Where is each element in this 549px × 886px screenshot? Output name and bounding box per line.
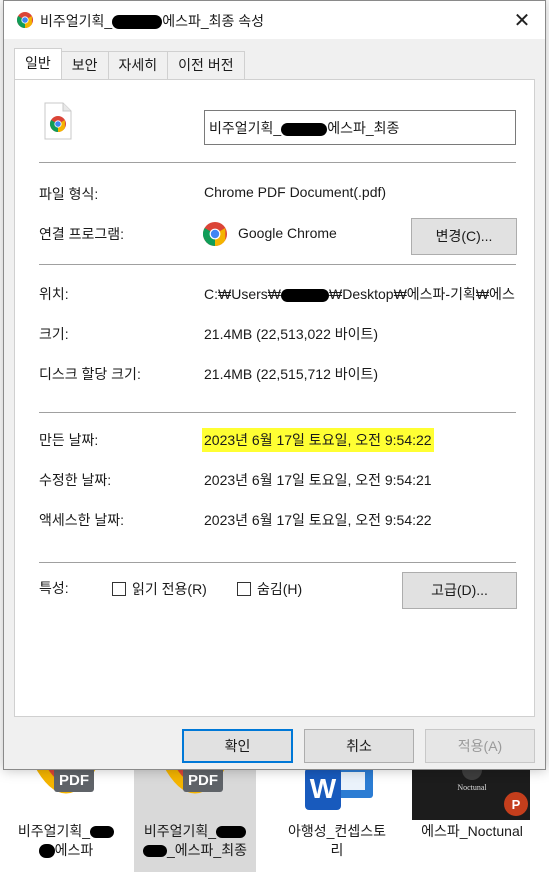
- redaction-mark: [281, 122, 328, 136]
- redaction-mark: [281, 288, 329, 302]
- ok-button[interactable]: 확인: [182, 729, 293, 763]
- ppt-badge-text: P: [512, 797, 521, 812]
- desktop-file-label: 에스파_Noctunal: [412, 822, 532, 841]
- general-panel: 비주얼기획_ 에스파_최종 파일 형식: Chrome PDF Document(…: [14, 79, 535, 717]
- redaction-mark: [38, 844, 55, 859]
- apply-button[interactable]: 적용(A): [425, 729, 535, 763]
- divider: [39, 562, 516, 563]
- modified-value: 2023년 6월 17일 토요일, 오전 9:54:21: [204, 472, 432, 488]
- file-type-icon: [44, 102, 72, 140]
- desktop-file-label: 아행성_컨셉스토 리: [276, 822, 398, 860]
- tab-bar: 일반 보안 자세히 이전 버전: [14, 48, 245, 79]
- accessed-value: 2023년 6월 17일 토요일, 오전 9:54:22: [204, 512, 432, 528]
- window-title-suffix: 에스파_최종 속성: [162, 13, 265, 29]
- divider: [39, 412, 516, 413]
- file-type-label: 파일 형식:: [39, 186, 99, 202]
- desktop-file-label: 비주얼기획_ _에스파_최종: [134, 822, 256, 860]
- desktop-file-ppt[interactable]: Noctunal P 에스파_Noctunal: [412, 760, 532, 872]
- word-badge-text: W: [310, 773, 337, 804]
- pdf-badge-text: PDF: [188, 772, 218, 789]
- redaction-mark: [90, 826, 115, 839]
- desktop-area: PDF 비주얼기획_ 에스파 PDF 비주얼기획_ _에스파_최종 W 아행성_…: [0, 760, 549, 886]
- tab-previous-versions[interactable]: 이전 버전: [167, 51, 245, 79]
- created-label: 만든 날짜:: [39, 432, 99, 448]
- change-button[interactable]: 변경(C)...: [411, 218, 517, 255]
- hidden-checkbox-label: 숨김(H): [257, 581, 303, 597]
- checkbox-box: [237, 582, 251, 596]
- redaction-mark: [216, 826, 247, 839]
- title-bar[interactable]: 비주얼기획_ 에스파_최종 속성 ✕: [4, 1, 545, 39]
- properties-dialog: 비주얼기획_ 에스파_최종 속성 ✕ 일반 보안 자세히 이전 버전 비주얼기획_…: [3, 0, 546, 770]
- location-value: C:₩Users₩ ₩Desktop₩에스파-기획₩에스: [204, 284, 516, 304]
- hidden-checkbox[interactable]: 숨김(H): [237, 579, 302, 599]
- disk-size-label: 디스크 할당 크기:: [39, 366, 141, 382]
- attributes-label: 특성:: [39, 580, 69, 596]
- chrome-icon: [203, 222, 227, 246]
- desktop-file-pdf-2[interactable]: PDF 비주얼기획_ _에스파_최종: [134, 760, 256, 872]
- window-title: 비주얼기획_ 에스파_최종 속성: [40, 11, 264, 31]
- filename-input[interactable]: 비주얼기획_ 에스파_최종: [204, 110, 516, 145]
- opens-with-label: 연결 프로그램:: [39, 226, 125, 242]
- chrome-icon: [17, 12, 33, 28]
- desktop-file-pdf-1[interactable]: PDF 비주얼기획_ 에스파: [5, 760, 127, 872]
- opens-with-value: Google Chrome: [238, 225, 337, 241]
- window-title-prefix: 비주얼기획_: [40, 13, 113, 29]
- created-value: 2023년 6월 17일 토요일, 오전 9:54:22: [202, 428, 434, 452]
- desktop-file-label-line2: _에스파_최종: [167, 842, 247, 858]
- tab-general[interactable]: 일반: [14, 48, 62, 79]
- location-label: 위치:: [39, 286, 69, 302]
- desktop-file-word[interactable]: W 아행성_컨셉스토 리: [276, 760, 398, 872]
- close-button[interactable]: ✕: [499, 1, 545, 39]
- cancel-button[interactable]: 취소: [304, 729, 414, 763]
- advanced-button[interactable]: 고급(D)...: [402, 572, 517, 609]
- filename-suffix: 에스파_최종: [327, 120, 400, 136]
- desktop-file-label: 비주얼기획_ 에스파: [5, 822, 127, 860]
- size-value: 21.4MB (22,513,022 바이트): [204, 326, 379, 342]
- desktop-file-label-line1: 아행성_컨셉스토: [288, 823, 386, 839]
- desktop-file-label-line2: 리: [330, 842, 344, 858]
- tab-details[interactable]: 자세히: [107, 51, 169, 79]
- modified-label: 수정한 날짜:: [39, 472, 112, 488]
- pdf-badge-text: PDF: [59, 772, 89, 789]
- checkbox-box: [112, 582, 126, 596]
- desktop-file-label-line2: 에스파: [54, 842, 94, 858]
- size-label: 크기:: [39, 326, 69, 342]
- disk-size-value: 21.4MB (22,515,712 바이트): [204, 366, 379, 382]
- ppt-thumb-title: Noctunal: [457, 783, 487, 792]
- desktop-file-label-line1: 비주얼기획_: [17, 823, 91, 839]
- divider: [39, 162, 516, 163]
- tab-security[interactable]: 보안: [60, 51, 109, 79]
- redaction-mark: [143, 845, 167, 858]
- readonly-checkbox-label: 읽기 전용(R): [132, 581, 207, 597]
- accessed-label: 액세스한 날짜:: [39, 512, 125, 528]
- divider: [39, 264, 516, 265]
- readonly-checkbox[interactable]: 읽기 전용(R): [112, 579, 207, 599]
- desktop-file-label-line1: 에스파_Noctunal: [421, 823, 523, 839]
- close-icon: ✕: [513, 9, 531, 32]
- redaction-mark: [112, 15, 163, 30]
- filename-prefix: 비주얼기획_: [209, 120, 282, 136]
- location-suffix: ₩Desktop₩에스파-기획₩에스: [329, 286, 515, 302]
- location-prefix: C:₩Users₩: [204, 286, 281, 302]
- file-type-value: Chrome PDF Document(.pdf): [204, 184, 387, 200]
- desktop-file-label-line1: 비주얼기획_: [143, 823, 217, 839]
